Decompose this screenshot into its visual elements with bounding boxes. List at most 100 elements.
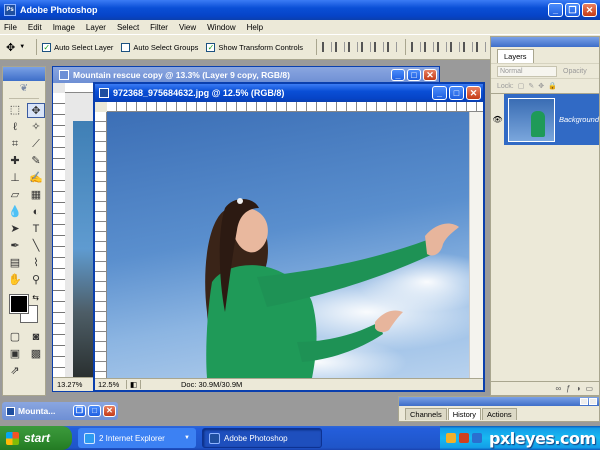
marquee-icon[interactable]: ⬚ (6, 103, 24, 118)
distribute-bottom-icon[interactable] (437, 42, 448, 52)
distribute-top-icon[interactable] (411, 42, 422, 52)
eyedropper-icon[interactable]: ⌇ (27, 256, 45, 271)
zoom-field[interactable]: 12.5% (95, 380, 127, 389)
document-title-bar[interactable]: 972368_975684632.jpg @ 12.5% (RGB/8) _ □… (95, 84, 483, 102)
zoom-readout[interactable]: 13.27% (53, 377, 95, 391)
layer-row-background[interactable]: 👁 Background (491, 93, 599, 146)
close-button[interactable]: ✕ (103, 405, 116, 417)
healing-brush-icon[interactable]: ✚ (6, 154, 24, 169)
menu-view[interactable]: View (179, 23, 196, 32)
blend-mode-select[interactable]: Normal (497, 65, 557, 77)
toolbox-header[interactable] (3, 67, 45, 81)
align-left-icon[interactable] (361, 42, 372, 52)
jump-to-imageready-icon[interactable]: ⇗ (6, 364, 24, 379)
standard-mode-icon[interactable]: ▢ (6, 330, 24, 345)
distribute-left-icon[interactable] (450, 42, 461, 52)
maximize-button[interactable]: □ (88, 405, 101, 417)
gradient-icon[interactable]: ▦ (27, 188, 45, 203)
mountain-image[interactable] (73, 121, 95, 377)
line-icon[interactable]: ╲ (27, 239, 45, 254)
type-icon[interactable]: T (27, 222, 45, 237)
clone-stamp-icon[interactable]: ⊥ (6, 171, 24, 186)
adjustment-layer-icon[interactable]: ◑ (576, 384, 581, 393)
magic-wand-icon[interactable]: ✧ (27, 120, 45, 135)
show-transform-controls-checkbox[interactable]: ✓ Show Transform Controls (206, 42, 303, 52)
restore-button[interactable]: ❐ (565, 3, 580, 17)
tab-channels[interactable]: Channels (405, 408, 447, 420)
minimize-icon[interactable] (580, 398, 588, 405)
minimize-button[interactable]: _ (548, 3, 563, 17)
close-button[interactable]: ✕ (423, 69, 437, 81)
lock-all-icon[interactable]: 🔒 (548, 82, 557, 90)
document-window-photo[interactable]: 972368_975684632.jpg @ 12.5% (RGB/8) _ □… (93, 82, 485, 392)
move-icon[interactable]: ✥ (27, 103, 45, 118)
distribute-middle-icon[interactable] (463, 42, 474, 52)
eraser-icon[interactable]: ▱ (6, 188, 24, 203)
tab-history[interactable]: History (447, 408, 482, 420)
document-title-bar[interactable]: Mountain rescue copy @ 13.3% (Layer 9 co… (53, 67, 439, 83)
image-canvas[interactable] (107, 112, 469, 378)
new-layer-icon[interactable]: ▭ (585, 384, 593, 393)
dodge-icon[interactable]: ◐ (27, 205, 45, 220)
link-layers-icon[interactable]: ∞ (555, 384, 561, 393)
menu-file[interactable]: File (4, 23, 17, 32)
close-icon[interactable] (589, 398, 597, 405)
zoom-icon[interactable]: ⚲ (27, 273, 45, 288)
adobe-feather-icon[interactable]: ❦ (9, 83, 39, 99)
chevron-down-icon[interactable]: ▼ (19, 44, 25, 50)
align-vertical-center-icon[interactable] (335, 42, 346, 52)
distribute-right-icon[interactable] (476, 42, 487, 52)
menu-filter[interactable]: Filter (150, 23, 168, 32)
menu-layer[interactable]: Layer (86, 23, 106, 32)
lock-position-icon[interactable]: ✥ (538, 82, 544, 90)
layer-style-icon[interactable]: ƒ (566, 384, 570, 393)
notes-icon[interactable]: ▤ (6, 256, 24, 271)
menu-help[interactable]: Help (247, 23, 263, 32)
align-right-icon[interactable] (387, 42, 398, 52)
align-horizontal-center-icon[interactable] (374, 42, 385, 52)
menu-image[interactable]: Image (53, 23, 75, 32)
maximize-button[interactable]: □ (449, 86, 464, 100)
lock-transparency-icon[interactable]: ▢ (518, 82, 525, 90)
panel-title-bar[interactable] (399, 397, 599, 406)
menu-select[interactable]: Select (117, 23, 139, 32)
restore-button[interactable]: ❐ (73, 405, 86, 417)
tray-volume-icon[interactable] (459, 433, 469, 443)
panel-title-bar[interactable] (491, 37, 599, 47)
brush-icon[interactable]: ✎ (27, 154, 45, 169)
auto-select-groups-checkbox[interactable]: Auto Select Groups (121, 42, 198, 52)
minimized-document-window[interactable]: Mounta... ❐ □ ✕ (2, 402, 118, 420)
quick-mask-icon[interactable]: ◙ (27, 330, 45, 345)
lasso-icon[interactable]: ℓ (6, 120, 24, 135)
vertical-scrollbar[interactable] (469, 112, 483, 378)
foreground-color-swatch[interactable] (9, 294, 29, 314)
distribute-center-icon[interactable] (424, 42, 435, 52)
blur-icon[interactable]: 💧 (6, 205, 24, 220)
menu-window[interactable]: Window (207, 23, 235, 32)
hand-icon[interactable]: ✋ (6, 273, 24, 288)
close-button[interactable]: ✕ (582, 3, 597, 17)
pen-icon[interactable]: ✒ (6, 239, 24, 254)
app-title-bar[interactable]: Ps Adobe Photoshop _ ❐ ✕ (0, 0, 600, 20)
eye-icon[interactable]: 👁 (491, 93, 504, 146)
lock-brush-icon[interactable]: ✎ (528, 82, 534, 90)
navigator-icon[interactable]: ◧ (127, 380, 141, 389)
maximize-button[interactable]: □ (407, 69, 421, 81)
slice-icon[interactable]: ⟋ (27, 137, 45, 152)
start-button[interactable]: start (0, 426, 72, 450)
history-brush-icon[interactable]: ✍ (27, 171, 45, 186)
tray-app-icon[interactable] (446, 433, 456, 443)
tab-actions[interactable]: Actions (482, 408, 517, 420)
move-tool-preset-icon[interactable]: ✥ (6, 41, 15, 54)
path-selection-icon[interactable]: ➤ (6, 222, 24, 237)
minimize-button[interactable]: _ (391, 69, 405, 81)
minimize-button[interactable]: _ (432, 86, 447, 100)
align-top-icon[interactable] (322, 42, 333, 52)
close-button[interactable]: ✕ (466, 86, 481, 100)
auto-select-layer-checkbox[interactable]: ✓ Auto Select Layer (42, 42, 113, 52)
swap-colors-icon[interactable]: ⇆ (32, 293, 39, 302)
align-bottom-icon[interactable] (348, 42, 359, 52)
taskbar-item-internet-explorer[interactable]: 2 Internet Explorer ▼ (78, 428, 196, 448)
screen-mode-full-icon[interactable]: ▩ (27, 347, 45, 362)
tab-layers[interactable]: Layers (497, 49, 534, 63)
